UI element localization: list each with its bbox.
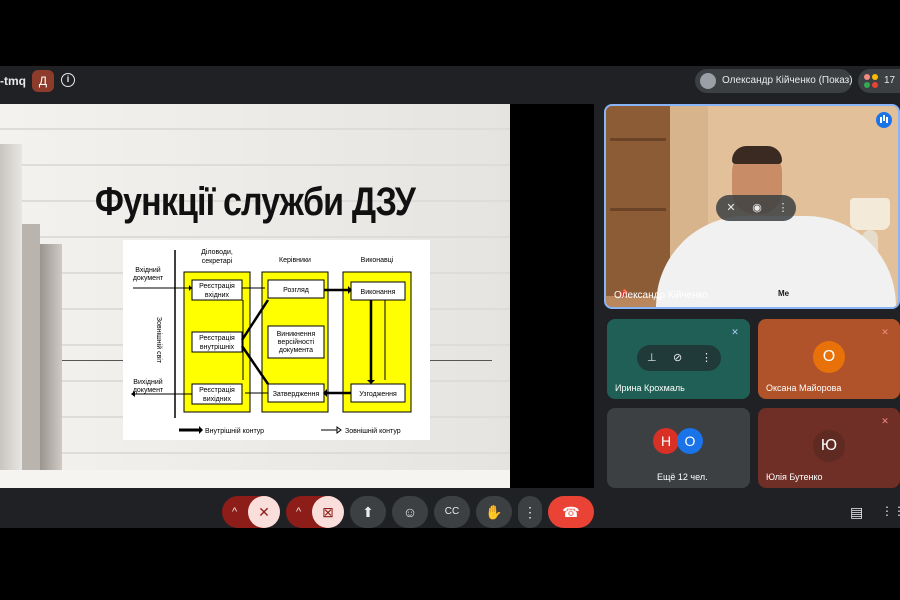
legend-external: Зовнішній контур <box>345 427 401 435</box>
shared-screen: Функції служби ДЗУ Діловоди, секретарі К… <box>0 104 510 488</box>
participant-tile[interactable]: ✕ Ю Юлія Бутенко <box>758 408 900 488</box>
svg-text:Реєстрація: Реєстрація <box>199 386 235 394</box>
more-options-icon[interactable]: ⋮ <box>701 351 712 364</box>
mic-off-icon: ✕ <box>881 327 889 337</box>
mic-off-icon: ✕ <box>258 504 270 520</box>
pin-icon[interactable]: ⊥ <box>647 351 657 364</box>
col-header-executors: Виконавці <box>361 256 394 264</box>
presenter-avatar <box>700 73 716 89</box>
avatar: Н <box>653 428 679 454</box>
mute-icon[interactable]: ⊘ <box>673 351 682 364</box>
col-header-managers: Керівники <box>279 256 311 264</box>
activities-grid-icon[interactable]: ⋮⋮ <box>881 504 900 518</box>
svg-text:Реєстрація: Реєстрація <box>199 334 235 342</box>
legend-internal: Внутрішній контур <box>205 427 264 435</box>
speaking-indicator-icon <box>876 112 892 128</box>
svg-text:Реєстрація: Реєстрація <box>199 282 235 290</box>
participant-tile[interactable]: ✕ ⊥ ⊘ ⋮ Ирина Крохмаль <box>607 319 750 399</box>
participant-name: Ирина Крохмаль <box>615 383 685 393</box>
output-doc-label: Вихідний <box>133 378 162 386</box>
present-button[interactable]: ⬆ <box>350 496 386 528</box>
top-bar: -tmq Д i Олександр Кійченко (Показ) 17 <box>0 66 900 96</box>
chat-icon[interactable]: ▤ <box>850 504 863 521</box>
presenter-label: Олександр Кійченко (Показ) <box>722 75 853 86</box>
participant-name: Оксана Майорова <box>766 383 842 393</box>
raise-hand-button[interactable]: ✋ <box>476 496 512 528</box>
mic-off-button[interactable]: ✕ <box>248 496 280 528</box>
emoji-icon: ☺ <box>402 504 418 520</box>
hand-icon: ✋ <box>485 504 503 520</box>
svg-text:версійності: версійності <box>278 338 315 346</box>
col-header-clerks: Діловоди, <box>201 248 233 256</box>
mute-icon[interactable]: ◉ <box>750 201 764 215</box>
host-controls-icon[interactable]: Д <box>32 70 54 92</box>
svg-text:Виконання: Виконання <box>361 289 396 296</box>
tile-hover-controls: ⊥ ⊘ ⋮ <box>637 345 721 371</box>
participant-name: Олександр Кійченко <box>614 290 708 301</box>
participants-icon <box>864 74 878 88</box>
info-icon[interactable]: i <box>61 73 75 87</box>
outer-world-label: Зовнішній світ <box>155 317 163 364</box>
participant-name: Юлія Бутенко <box>766 472 823 482</box>
pin-off-icon[interactable]: ✕ <box>724 201 738 215</box>
output-doc-label-2: документ <box>133 387 164 394</box>
participant-count: 17 <box>884 75 896 86</box>
meet-window: -tmq Д i Олександр Кійченко (Показ) 17 Ф… <box>0 66 900 528</box>
process-diagram: Діловоди, секретарі Керівники Виконавці … <box>123 240 430 440</box>
svg-text:внутрішніх: внутрішніх <box>200 343 235 351</box>
shirt-logo: Me <box>778 289 790 298</box>
tile-hover-controls: ✕ ◉ ⋮ <box>716 195 796 221</box>
mic-off-icon: ✕ <box>881 416 889 426</box>
slide-title: Функції служби ДЗУ <box>94 180 416 224</box>
captions-button[interactable]: CC <box>434 496 470 528</box>
participant-tile-main[interactable]: Me ✕ ◉ ⋮ 📌 Олександр Кійченко <box>604 104 900 309</box>
more-participants-label: Ещё 12 чел. <box>657 472 708 482</box>
more-participants-tile[interactable]: Н О Ещё 12 чел. <box>607 408 750 488</box>
bookshelf-image <box>606 106 670 296</box>
participant-tile[interactable]: ✕ О Оксана Майорова <box>758 319 900 399</box>
shelf-image <box>0 470 510 488</box>
more-options-icon: ⋮ <box>523 504 537 520</box>
captions-icon: CC <box>444 506 460 517</box>
end-call-icon: ☎ <box>562 504 580 520</box>
input-doc-label: Вхідний <box>135 266 161 274</box>
more-options-icon[interactable]: ⋮ <box>776 201 790 215</box>
control-bar: ^ ✕ ^ ⊠ ⬆ ☺ CC ✋ ⋮ ☎ ▤ ⋮⋮ <box>0 496 900 528</box>
svg-text:Узгодження: Узгодження <box>359 391 397 398</box>
svg-text:вихідних: вихідних <box>203 395 232 403</box>
camera-options-chevron-icon[interactable]: ^ <box>296 496 301 528</box>
svg-text:вхідних: вхідних <box>205 291 230 299</box>
svg-text:Виникнення: Виникнення <box>277 331 316 338</box>
avatar: О <box>813 341 845 373</box>
svg-text:Затвердження: Затвердження <box>273 391 320 398</box>
mic-off-icon: ✕ <box>731 327 739 337</box>
svg-text:документа: документа <box>279 347 313 354</box>
reactions-button[interactable]: ☺ <box>392 496 428 528</box>
leave-call-button[interactable]: ☎ <box>548 496 594 528</box>
mic-options-chevron-icon[interactable]: ^ <box>232 496 237 528</box>
present-screen-icon: ⬆ <box>362 504 374 520</box>
camera-off-button[interactable]: ⊠ <box>312 496 344 528</box>
meeting-code: -tmq <box>0 74 26 88</box>
avatar: О <box>677 428 703 454</box>
input-doc-label-2: документ <box>133 275 164 282</box>
svg-text:Розгляд: Розгляд <box>283 287 309 294</box>
avatar: Ю <box>813 430 845 462</box>
presenter-chip[interactable]: Олександр Кійченко (Показ) <box>695 69 853 93</box>
more-options-button[interactable]: ⋮ <box>518 496 542 528</box>
people-button[interactable]: 17 <box>858 69 900 93</box>
col-header-clerks-2: секретарі <box>202 257 233 265</box>
lamp-image <box>850 198 890 230</box>
screen-letterbox <box>510 104 594 488</box>
camera-off-icon: ⊠ <box>322 504 334 520</box>
